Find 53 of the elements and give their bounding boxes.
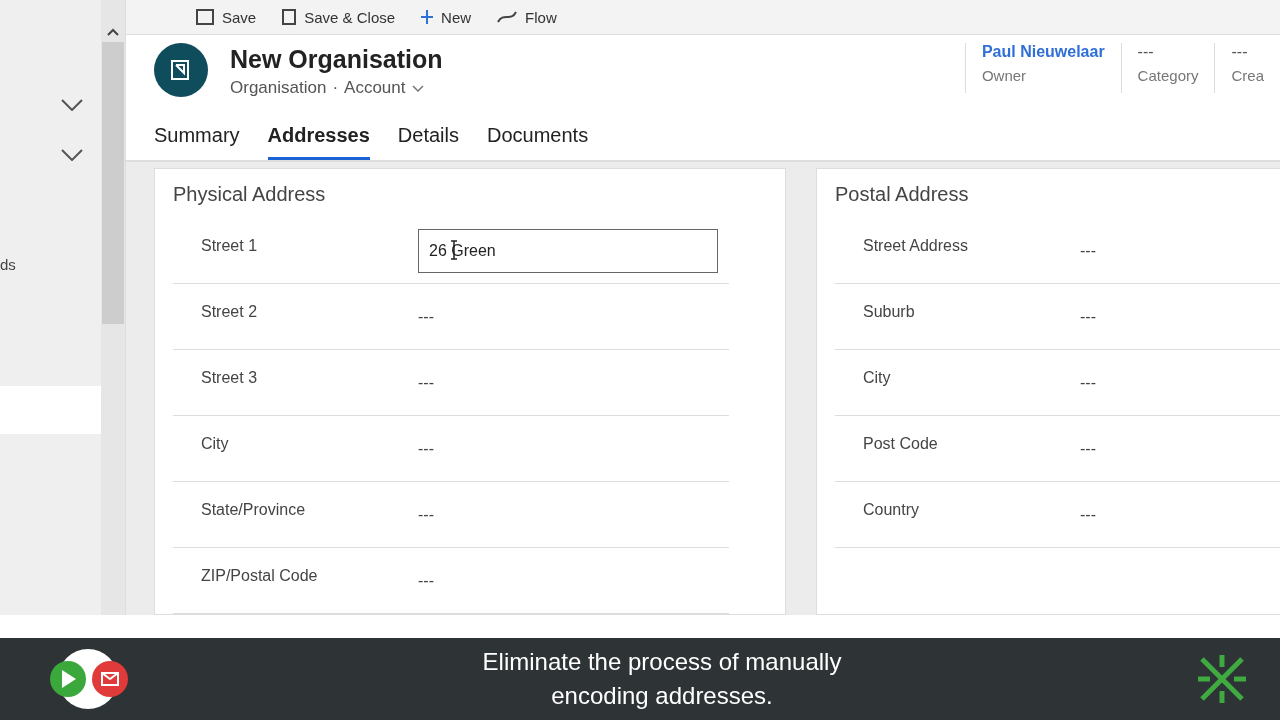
- field-label: Street 3: [200, 368, 259, 387]
- field-label: State/Province: [200, 500, 307, 519]
- field-label: ZIP/Postal Code: [200, 566, 319, 585]
- field-value[interactable]: ---: [418, 571, 434, 590]
- field-value[interactable]: ---: [418, 373, 434, 392]
- nav-item-text[interactable]: ds: [0, 256, 101, 296]
- header-field-label: Category: [1137, 67, 1199, 84]
- field-value[interactable]: ---: [418, 307, 434, 326]
- tab[interactable]: Addresses: [267, 124, 370, 160]
- separator-dot: ·: [332, 78, 339, 98]
- plus-icon: [421, 9, 434, 25]
- header-field-label: Crea: [1231, 67, 1264, 84]
- scrollbar-thumb[interactable]: [102, 42, 124, 324]
- caption-text: Eliminate the process of manually encoding addresses.: [481, 647, 843, 711]
- tab[interactable]: Details: [397, 124, 459, 160]
- field-label: Suburb: [862, 302, 916, 321]
- field-value[interactable]: ---: [1080, 241, 1096, 260]
- tab[interactable]: Summary: [154, 124, 240, 160]
- chevron-down-icon[interactable]: [61, 149, 83, 161]
- chevron-down-icon[interactable]: [61, 99, 83, 111]
- building-icon: [170, 59, 192, 81]
- toolbar-button[interactable]: Save & Close: [282, 8, 396, 26]
- entity-name: Organisation: [230, 78, 327, 98]
- header-field-value: ---: [1137, 43, 1155, 61]
- header-field-label: Owner: [981, 67, 1028, 84]
- field-value[interactable]: ---: [1080, 505, 1096, 524]
- field-value[interactable]: ---: [418, 505, 434, 524]
- chevron-down-icon[interactable]: [411, 84, 424, 92]
- toolbar-button[interactable]: New: [421, 8, 472, 26]
- field-value[interactable]: ---: [1080, 307, 1096, 326]
- section-title: Physical Address: [173, 183, 327, 206]
- field-label: City: [200, 434, 230, 453]
- flow-icon: [497, 10, 518, 24]
- save-icon: [282, 9, 297, 25]
- record-title: New Organisation: [230, 45, 444, 74]
- tab[interactable]: Documents: [487, 124, 589, 160]
- section-title: Postal Address: [835, 183, 970, 206]
- field-value[interactable]: ---: [418, 439, 434, 458]
- field-label: Street 2: [200, 302, 259, 321]
- field-label: Country: [862, 500, 921, 519]
- owner-link[interactable]: Paul Nieuwelaar: [981, 43, 1105, 61]
- field-value[interactable]: ---: [1080, 439, 1096, 458]
- field-label: Street 1: [200, 236, 259, 255]
- field-label: Post Code: [862, 434, 939, 453]
- field-value[interactable]: ---: [1080, 373, 1096, 392]
- header-field-value: ---: [1231, 43, 1249, 61]
- form-selector[interactable]: Account: [344, 78, 406, 98]
- field-label: Street Address: [862, 236, 969, 255]
- scroll-up-icon[interactable]: [107, 28, 119, 36]
- save-icon: [196, 9, 214, 25]
- toolbar-button[interactable]: Flow: [497, 8, 557, 26]
- field-label: City: [862, 368, 892, 387]
- toolbar-button[interactable]: Save: [196, 8, 257, 26]
